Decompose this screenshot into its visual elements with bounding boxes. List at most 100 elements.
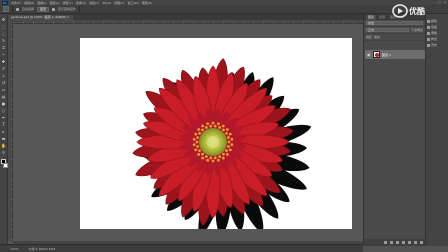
stamen-dot <box>194 148 198 152</box>
status-bar: 100% 文档:1.26M/2.52M <box>0 244 363 252</box>
stamen-dot <box>222 128 225 132</box>
divider <box>79 6 81 12</box>
fill-label: 填充 <box>374 35 381 39</box>
stamen-dot <box>201 124 205 128</box>
history-brush-tool-icon[interactable]: ↺ <box>1 80 6 85</box>
menu-window[interactable]: 窗口(W) <box>127 1 138 5</box>
zoom-tool-icon[interactable]: ⚲ <box>1 150 6 155</box>
stamen-dot <box>197 153 201 156</box>
auto-select-label: 自动选择 <box>22 7 35 11</box>
stamen-dot <box>228 148 232 152</box>
layer-name[interactable]: 图层 1 <box>382 53 391 57</box>
stamen-dot <box>225 131 228 135</box>
dodge-tool-icon[interactable]: ○ <box>1 108 6 113</box>
menu-type[interactable]: 类型(Y) <box>63 1 73 5</box>
blend-row: 正常 不透明度 <box>364 27 425 34</box>
divider <box>12 6 13 12</box>
stamen-dot <box>213 124 217 128</box>
stamen-dot <box>201 156 205 160</box>
stamen-dot <box>213 156 217 160</box>
path-select-tool-icon[interactable]: ▸ <box>1 129 6 134</box>
stamp-tool-icon[interactable]: ⊥ <box>1 73 6 78</box>
stamen-dot <box>196 145 200 148</box>
eyedropper-tool-icon[interactable]: ⌁ <box>1 52 6 57</box>
stamen-dot <box>198 131 201 135</box>
blend-mode-select[interactable]: 正常 <box>366 28 409 32</box>
stamen-dot <box>201 152 204 156</box>
menu-file[interactable]: 文件(F) <box>11 1 21 5</box>
collapsed-panels: 颜色 色板 调整 样式 历史 <box>425 14 448 246</box>
stamen-dot <box>221 124 225 128</box>
blur-tool-icon[interactable]: ● <box>1 101 6 106</box>
menu-help[interactable]: 帮助(H) <box>142 1 153 5</box>
move-tool-icon[interactable]: ✥ <box>1 17 6 22</box>
menu-filter[interactable]: 滤镜(T) <box>89 1 99 5</box>
show-transform-label: 显示变换控件 <box>58 7 77 11</box>
stamen-dot <box>216 158 220 162</box>
panel-history[interactable]: 历史 <box>426 42 448 48</box>
options-bar: 自动选择 图层 显示变换控件 <box>0 5 448 14</box>
stamen-dot <box>227 140 231 144</box>
move-tool-icon[interactable] <box>3 6 9 12</box>
menu-layer[interactable]: 图层(L) <box>50 1 60 5</box>
stamen-dot <box>209 156 213 160</box>
marquee-tool-icon[interactable]: ⬚ <box>1 24 6 29</box>
shape-tool-icon[interactable]: ▬ <box>1 136 6 141</box>
layer-thumbnail <box>373 51 380 58</box>
link-layers-icon[interactable] <box>384 241 387 244</box>
lasso-tool-icon[interactable]: ◌ <box>1 31 6 36</box>
stamen-dot <box>216 122 220 126</box>
new-group-icon[interactable] <box>408 241 411 244</box>
stamen-dot <box>225 153 229 156</box>
stamen-dot <box>204 126 208 129</box>
menu-edit[interactable]: 编辑(E) <box>24 1 34 5</box>
panel-adjustments-label: 调整 <box>431 31 438 35</box>
stamen-dot <box>195 140 199 144</box>
zoom-level[interactable]: 100% <box>10 247 19 251</box>
add-style-icon[interactable] <box>390 241 393 244</box>
background-color-swatch[interactable] <box>2 163 8 168</box>
menu-3d[interactable]: 3D(D) <box>102 1 111 5</box>
tab-layers[interactable]: 图层 <box>366 15 377 20</box>
canvas-workspace[interactable] <box>13 24 363 241</box>
photoshop-window: Ps 文件(F) 编辑(E) 图像(I) 图层(L) 类型(Y) 选择(S) 滤… <box>0 0 448 252</box>
stamen-dot <box>206 122 210 126</box>
eraser-tool-icon[interactable]: ▭ <box>1 87 6 92</box>
auto-select-checkbox[interactable] <box>16 7 19 11</box>
quick-select-tool-icon[interactable]: ✎ <box>1 38 6 43</box>
tab-channels[interactable]: 通道 <box>377 15 388 20</box>
stamen-dot <box>221 156 225 160</box>
layer-filter-row: 类型 <box>364 20 425 27</box>
gradient-tool-icon[interactable]: ▤ <box>1 94 6 99</box>
flower-center-core <box>207 136 219 148</box>
adjustments-panel-icon <box>427 31 430 35</box>
panel-swatches-label: 色板 <box>431 25 438 29</box>
swatches-panel-icon <box>427 25 430 29</box>
stamen-dot <box>225 149 228 153</box>
history-panel-icon <box>427 43 430 47</box>
brush-tool-icon[interactable]: ✐ <box>1 66 6 71</box>
pen-tool-icon[interactable]: ✒ <box>1 115 6 120</box>
document-canvas[interactable] <box>80 38 352 229</box>
panel-styles-label: 样式 <box>431 37 438 41</box>
menu-view[interactable]: 视图(V) <box>114 1 124 5</box>
add-mask-icon[interactable] <box>396 241 399 244</box>
show-transform-checkbox[interactable] <box>52 7 56 11</box>
lock-label: 锁定 <box>366 35 373 39</box>
color-panel-icon <box>427 19 430 23</box>
new-layer-icon[interactable] <box>414 241 417 244</box>
type-tool-icon[interactable]: T <box>1 122 6 127</box>
layer-row[interactable]: ◉ 图层 1 <box>365 50 425 59</box>
document-info[interactable]: 文档:1.26M/2.52M <box>29 247 56 251</box>
menu-image[interactable]: 图像(I) <box>37 1 46 5</box>
crop-tool-icon[interactable]: ⌗ <box>1 45 6 50</box>
visibility-eye-icon[interactable]: ◉ <box>367 52 371 57</box>
layer-kind-filter[interactable]: 类型 <box>366 21 423 25</box>
healing-brush-tool-icon[interactable]: ✚ <box>1 59 6 64</box>
menu-select[interactable]: 选择(S) <box>76 1 86 5</box>
trash-icon[interactable] <box>420 241 423 244</box>
auto-select-target-dropdown[interactable]: 图层 <box>37 6 50 12</box>
hand-tool-icon[interactable]: ✋ <box>1 143 6 148</box>
new-adjustment-icon[interactable] <box>402 241 405 244</box>
youku-watermark: 优酷 <box>392 3 448 19</box>
